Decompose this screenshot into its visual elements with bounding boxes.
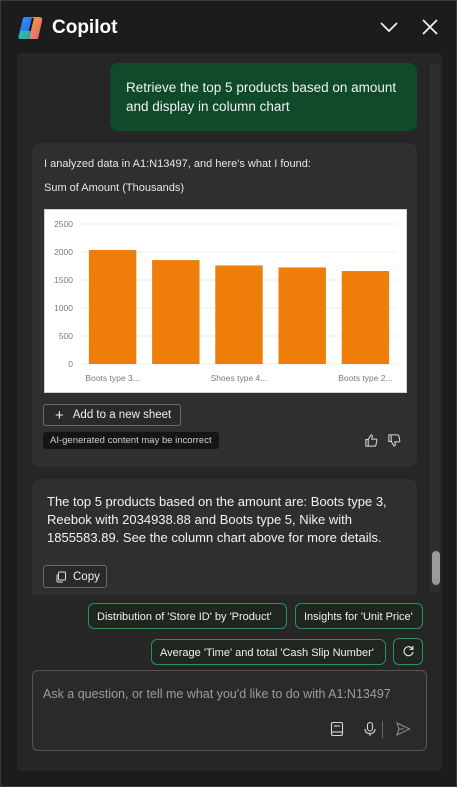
y-tick-label: 1500 [54, 275, 73, 285]
copy-button[interactable]: Copy [43, 565, 107, 588]
column-chart: 0 500 1000 1500 2000 2500 Boots type 3... Shoes… [44, 209, 407, 393]
scrollbar-track[interactable] [430, 63, 440, 593]
copy-icon [56, 571, 66, 582]
thumbs-down-button[interactable] [387, 433, 402, 448]
close-icon [422, 19, 438, 35]
add-button-label: Add to a new sheet [72, 409, 172, 421]
refresh-icon [403, 646, 414, 657]
user-message: Retrieve the top 5 products based on amo… [110, 63, 417, 131]
send-icon[interactable] [395, 721, 411, 737]
app-title: Copilot [52, 17, 118, 38]
response-intro: I analyzed data in A1:N13497, and here's… [44, 158, 311, 170]
minimize-button[interactable] [377, 15, 401, 39]
x-tick-label: Boots type 3... [85, 373, 139, 383]
add-to-new-sheet-button[interactable]: + Add to a new sheet [43, 404, 181, 426]
y-tick-label: 2500 [54, 219, 73, 229]
chat-input-box [32, 670, 427, 751]
y-tick-label: 500 [59, 331, 73, 341]
plus-icon: + [55, 406, 64, 424]
copilot-logo [18, 17, 43, 39]
microphone-icon[interactable] [362, 721, 378, 737]
chart-bar [152, 260, 200, 364]
thumbs-up-button[interactable] [364, 433, 379, 448]
thumbs-down-icon [388, 434, 401, 447]
answer-card: The top 5 products based on the amount a… [32, 479, 417, 595]
input-divider [382, 721, 383, 738]
chart-subtitle: Sum of Amount (Thousands) [44, 182, 185, 194]
answer-text: The top 5 products based on the amount a… [47, 494, 387, 545]
suggestion-chip-store-id[interactable]: Distribution of 'Store ID' by 'Product' [88, 603, 287, 629]
refresh-suggestions-button[interactable] [393, 638, 423, 665]
chart-bar [215, 265, 263, 364]
y-tick-label: 2000 [54, 247, 73, 257]
scrollbar-thumb[interactable] [432, 551, 440, 585]
chevron-down-icon [380, 22, 398, 33]
copilot-window: Copilot Retrieve the top 5 products base… [0, 0, 457, 787]
copy-label: Copy [73, 570, 100, 583]
chart-bar [278, 267, 326, 364]
chart-bar [341, 271, 390, 364]
chart-canvas: 0 500 1000 1500 2000 2500 Boots type 3... Shoes… [54, 219, 397, 383]
suggestion-chip-unit-price[interactable]: Insights for 'Unit Price' [295, 603, 423, 629]
notebook-icon[interactable] [329, 721, 345, 737]
title-bar: Copilot [1, 1, 456, 53]
x-tick-label: Boots type 2... [338, 373, 392, 383]
chart-bar [88, 250, 137, 364]
chat-input[interactable] [41, 681, 421, 707]
y-tick-label: 0 [68, 359, 73, 369]
ai-disclaimer: AI-generated content may be incorrect [43, 432, 219, 449]
y-tick-label: 1000 [54, 303, 73, 313]
x-tick-label: Shoes type 4... [211, 373, 268, 383]
response-card: I analyzed data in A1:N13497, and here's… [32, 143, 417, 467]
thumbs-up-icon [365, 434, 378, 447]
suggestion-chip-time-cash-slip[interactable]: Average 'Time' and total 'Cash Slip Numb… [151, 639, 386, 665]
close-button[interactable] [418, 15, 442, 39]
